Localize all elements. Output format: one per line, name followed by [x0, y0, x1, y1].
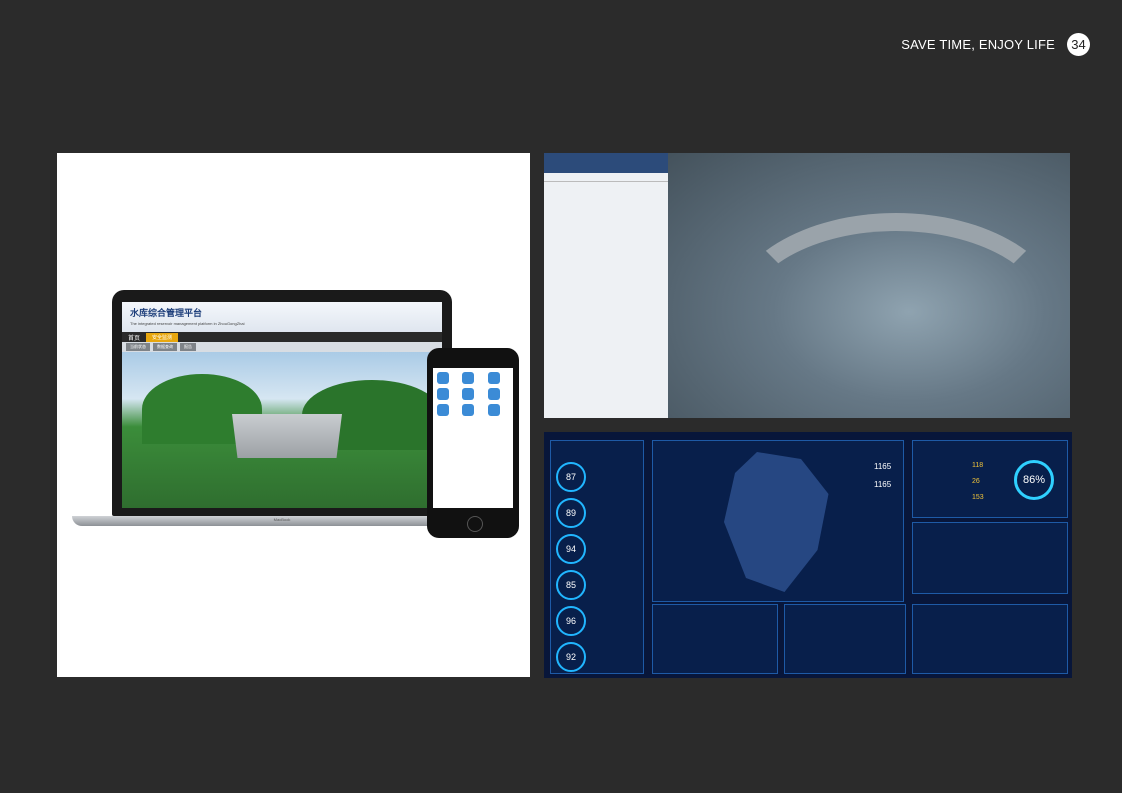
gauge-4: 85 — [556, 570, 586, 600]
stat-2: 1165 — [874, 480, 892, 489]
device-mockup-panel: 水库综合管理平台 The integrated reservoir manage… — [57, 153, 530, 677]
app-icon[interactable] — [462, 372, 475, 384]
sub-tab-1[interactable]: 当前状态 — [126, 343, 150, 351]
sub-tab-3[interactable]: 报告 — [180, 343, 196, 351]
gauge-2: 89 — [556, 498, 586, 528]
app-icon[interactable] — [462, 388, 475, 400]
sub-tab-2[interactable]: 数据查询 — [153, 343, 177, 351]
app-header: 水库综合管理平台 The integrated reservoir manage… — [122, 302, 442, 332]
monitoring-dashboard-panel: 87 89 94 85 96 92 1165 1165 118 26 153 8… — [544, 432, 1072, 678]
app-icon[interactable] — [487, 388, 500, 400]
app-subtitle: The integrated reservoir management plat… — [130, 321, 245, 326]
layer-tree[interactable] — [544, 182, 668, 190]
home-button-icon[interactable] — [467, 516, 483, 532]
pane-title-bar — [544, 153, 668, 173]
gauge-3: 94 — [556, 534, 586, 564]
phone-app-grid — [433, 368, 513, 420]
arch-dam-model — [728, 213, 1064, 418]
stat-1: 1165 — [874, 462, 892, 471]
dam-3d-scene[interactable] — [668, 153, 1070, 418]
pane-tabs — [544, 173, 668, 182]
laptop-lid: 水库综合管理平台 The integrated reservoir manage… — [112, 290, 452, 516]
nav-tab-monitoring[interactable]: 安全监测 — [146, 332, 179, 342]
laptop-mockup: 水库综合管理平台 The integrated reservoir manage… — [72, 290, 492, 530]
laptop-screen: 水库综合管理平台 The integrated reservoir manage… — [122, 302, 442, 508]
app-icon[interactable] — [462, 404, 475, 416]
gauge-1: 87 — [556, 462, 586, 492]
phone-mockup — [427, 348, 519, 538]
app-icon[interactable] — [487, 372, 500, 384]
gauge-6: 92 — [556, 642, 586, 672]
app-sub-nav: 当前状态 数据查询 报告 — [122, 342, 442, 352]
dam-3d-viewer-panel — [544, 153, 1070, 418]
gauge-5: 96 — [556, 606, 586, 636]
dam-model — [232, 414, 342, 458]
mini-value-1: 118 — [972, 462, 984, 469]
nav-home[interactable]: 首页 — [128, 333, 140, 342]
page-header: SAVE TIME, ENJOY LIFE 34 — [901, 32, 1090, 56]
app-nav: 首页 安全监测 — [122, 332, 442, 342]
overall-gauge: 86% — [1014, 460, 1054, 500]
app-icon[interactable] — [437, 388, 449, 400]
line-chart-block — [784, 604, 906, 674]
mini-value-3: 153 — [972, 494, 984, 501]
tagline: SAVE TIME, ENJOY LIFE — [901, 36, 1055, 52]
mini-value-2: 26 — [972, 478, 980, 485]
page-number-badge: 34 — [1067, 32, 1090, 56]
app-icon[interactable] — [437, 404, 449, 416]
events-block — [912, 522, 1068, 594]
bar-chart-block — [652, 604, 778, 674]
app-title: 水库综合管理平台 — [130, 309, 203, 319]
layer-tree-pane — [544, 153, 669, 418]
phone-screen — [433, 368, 513, 508]
reservoir-3d-scene — [122, 352, 442, 508]
stacked-chart-block — [912, 604, 1068, 674]
app-icon[interactable] — [437, 372, 449, 384]
app-icon[interactable] — [487, 404, 500, 416]
